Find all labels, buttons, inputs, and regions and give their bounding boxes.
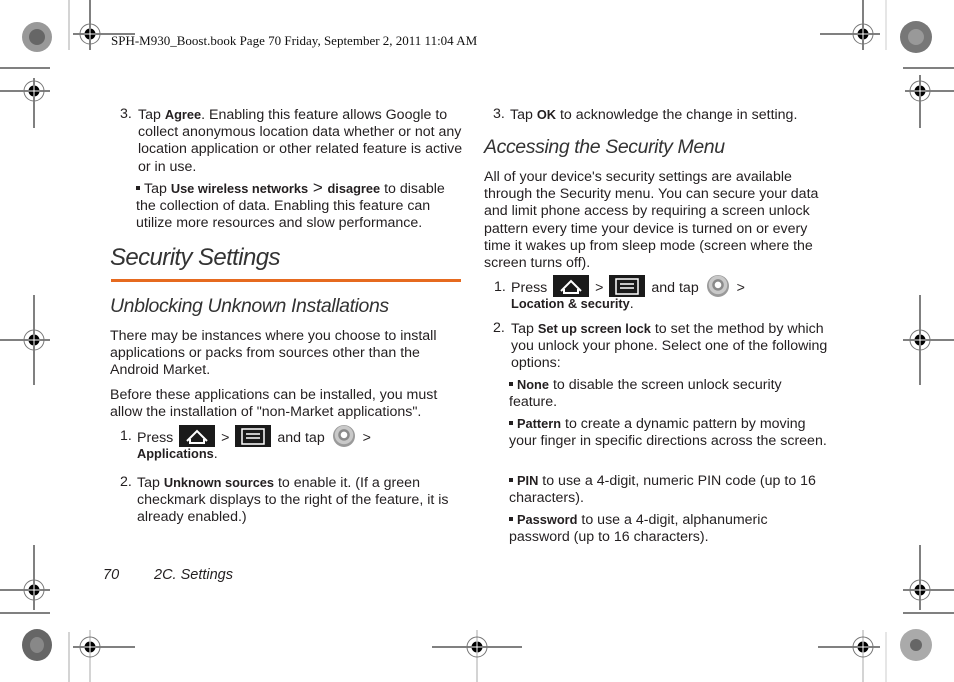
section-title: Security Settings — [110, 244, 280, 271]
option-item-none: None to disable the screen unlock securi… — [509, 377, 782, 411]
left-step-1: 1. Press > and tap > Applications. — [120, 425, 465, 463]
registration-mark-icon — [903, 67, 954, 128]
left-step-3-bullet: Tap Use wireless networks > disagree to … — [136, 178, 445, 232]
right-step-1: 1. Press > and tap > Location & security… — [494, 275, 839, 313]
section-rule — [111, 279, 461, 282]
bullet-icon — [509, 478, 513, 483]
home-key-icon — [553, 275, 590, 298]
registration-mark-icon — [0, 67, 50, 128]
bullet-icon — [509, 421, 513, 426]
left-para-1: There may be instances where you choose … — [110, 328, 437, 379]
registration-mark-icon — [0, 545, 50, 614]
page-number: 70 — [103, 567, 120, 583]
left-step-3: 3. Tap Agree. Enabling this feature allo… — [120, 106, 463, 175]
registration-mark-icon — [818, 630, 880, 682]
settings-icon — [706, 275, 729, 298]
registration-mark-icon — [903, 545, 954, 614]
home-key-icon — [179, 425, 216, 448]
option-item-pin: PIN to use a 4-digit, numeric PIN code (… — [509, 473, 816, 507]
menu-key-icon — [235, 425, 272, 448]
print-slug: SPH-M930_Boost.book Page 70 Friday, Sept… — [111, 33, 478, 48]
left-step-2: 2. Tap Unknown sources to enable it. (If… — [120, 474, 449, 526]
right-para-1: All of your device's security settings a… — [484, 169, 819, 272]
subsection-title-unblocking: Unblocking Unknown Installations — [110, 295, 389, 317]
right-step-3: 3. Tap OK to acknowledge the change in s… — [493, 106, 798, 123]
bullet-icon — [136, 186, 140, 191]
registration-mark-icon — [820, 0, 880, 50]
registration-mark-icon — [73, 630, 135, 682]
registration-mark-icon — [0, 295, 50, 385]
footer-section: 2C. Settings — [154, 567, 233, 583]
left-para-2: Before these applications can be install… — [110, 387, 438, 421]
bullet-icon — [509, 517, 513, 522]
right-step-2: 2. Tap Set up screen lock to set the met… — [493, 320, 828, 372]
option-item-password: Password to use a 4-digit, alphanumeric … — [509, 512, 768, 546]
settings-icon — [332, 425, 355, 448]
registration-mark-icon — [903, 295, 954, 385]
bullet-icon — [509, 382, 513, 387]
menu-key-icon — [609, 275, 646, 298]
registration-mark-icon — [432, 630, 522, 682]
option-item-pattern: Pattern to create a dynamic pattern by m… — [509, 416, 827, 450]
subsection-title-accessing: Accessing the Security Menu — [484, 136, 725, 158]
